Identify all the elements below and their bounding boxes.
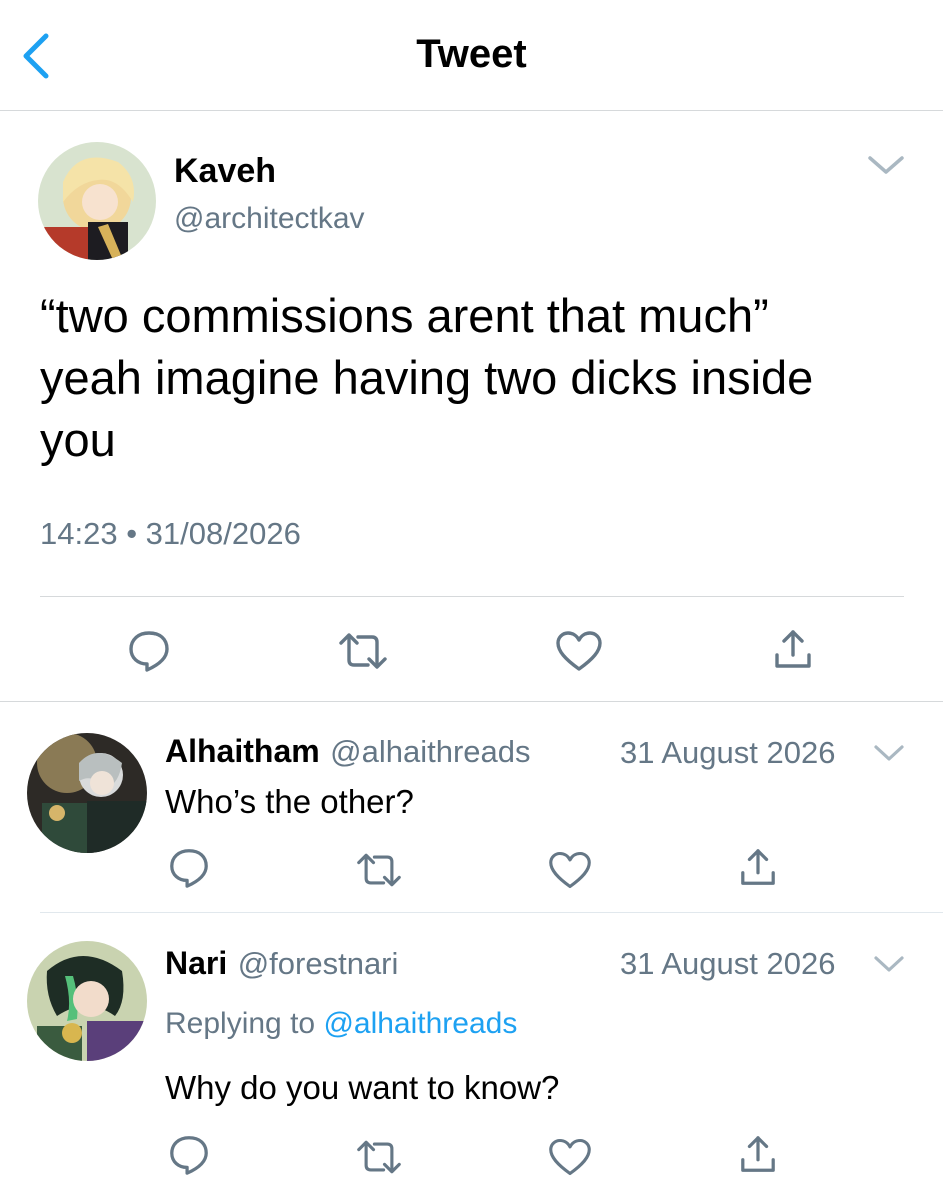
tweet-text-line: yeah imagine having two dicks inside — [40, 351, 814, 404]
reply-header: Nari @forestnari — [165, 945, 398, 982]
divider — [0, 701, 943, 702]
reply-icon — [170, 849, 208, 888]
tweet-text-line: “two commissions arent that much” — [40, 289, 769, 342]
like-button[interactable] — [555, 630, 603, 677]
chevron-down-icon — [874, 745, 904, 761]
tweet-options-button[interactable] — [866, 150, 906, 180]
replying-to: Replying to @alhaithreads — [165, 1007, 517, 1041]
author-handle[interactable]: @architectkav — [174, 202, 365, 236]
reply-author-name[interactable]: Alhaitham — [165, 733, 320, 769]
like-button[interactable] — [548, 850, 592, 895]
heart-icon — [556, 631, 602, 671]
retweet-icon — [357, 1140, 401, 1174]
reply-author-handle[interactable]: @forestnari — [238, 946, 399, 981]
divider — [40, 596, 904, 597]
avatar[interactable] — [27, 733, 147, 853]
share-icon — [775, 630, 811, 668]
share-button[interactable] — [739, 1134, 777, 1181]
author-name[interactable]: Kaveh — [174, 152, 276, 191]
reply-button[interactable] — [126, 628, 172, 679]
top-bar: Tweet — [0, 0, 943, 111]
retweet-icon — [357, 853, 401, 887]
divider — [40, 912, 943, 913]
reply-header: Alhaitham @alhaithreads — [165, 733, 531, 770]
reply-text: Who’s the other? — [165, 783, 414, 820]
mention-link[interactable]: @alhaithreads — [323, 1007, 517, 1040]
reply-date: 31 August 2026 — [620, 946, 836, 981]
chevron-down-icon — [874, 956, 904, 972]
reply-options-button[interactable] — [872, 740, 906, 771]
reply-author-handle[interactable]: @alhaithreads — [330, 734, 530, 769]
retweet-button[interactable] — [356, 1137, 402, 1182]
retweet-button[interactable] — [338, 630, 388, 677]
reply-options-button[interactable] — [872, 951, 906, 982]
share-icon — [741, 1136, 775, 1172]
reply-text: Why do you want to know? — [165, 1069, 560, 1106]
reply-button[interactable] — [167, 846, 211, 895]
avatar[interactable] — [38, 142, 156, 260]
reply-icon — [170, 1136, 208, 1175]
reply-button[interactable] — [167, 1133, 211, 1182]
share-icon — [741, 849, 775, 885]
reply-date: 31 August 2026 — [620, 735, 836, 770]
page-title: Tweet — [416, 32, 527, 76]
share-button[interactable] — [739, 847, 777, 894]
reply-author-name[interactable]: Nari — [165, 945, 227, 981]
avatar[interactable] — [27, 941, 147, 1061]
retweet-button[interactable] — [356, 850, 402, 895]
retweet-icon — [339, 633, 387, 669]
share-button[interactable] — [773, 628, 813, 677]
tweet-timestamp: 14:23 • 31/08/2026 — [40, 516, 301, 551]
heart-icon — [549, 1138, 591, 1176]
replying-to-label: Replying to — [165, 1007, 316, 1040]
chevron-down-icon — [868, 156, 904, 174]
tweet-text: “two commissions arent that much” yeah i… — [40, 285, 900, 471]
like-button[interactable] — [548, 1137, 592, 1182]
reply-icon — [129, 631, 169, 672]
tweet-text-line: you — [40, 413, 116, 466]
heart-icon — [549, 851, 591, 889]
